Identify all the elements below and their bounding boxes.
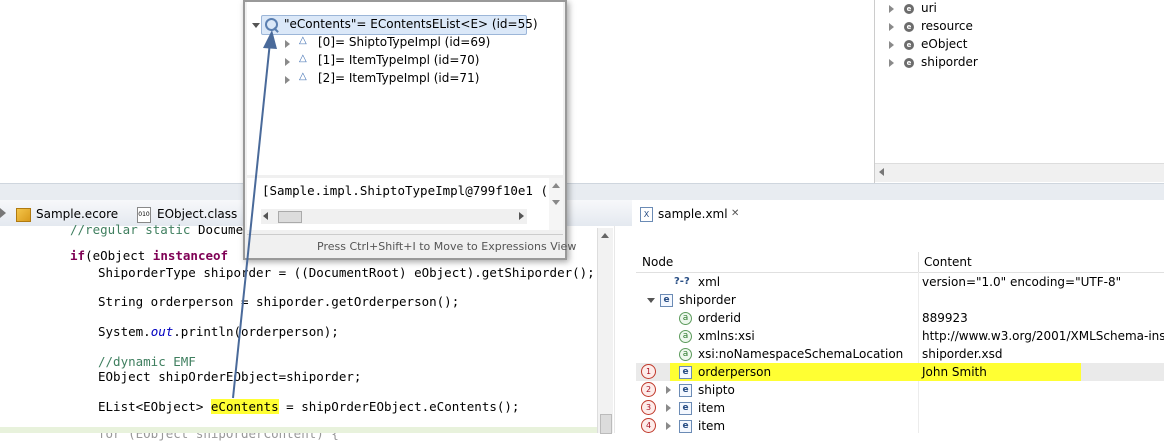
annotation-arrow (232, 30, 277, 399)
arrow-line (232, 41, 271, 399)
arrow-head (263, 30, 277, 49)
